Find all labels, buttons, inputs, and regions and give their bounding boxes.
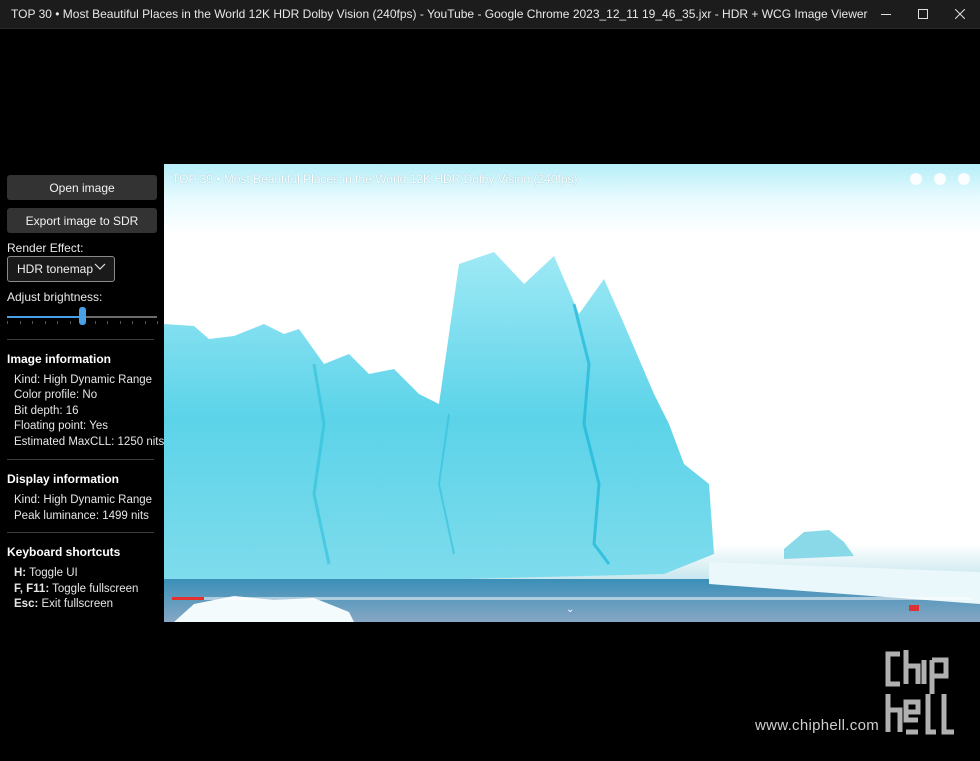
image-info-heading: Image information [7, 352, 112, 366]
video-title-overlay: TOP 30 • Most Beautiful Places in the Wo… [172, 172, 578, 186]
hdr-badge-icon [909, 605, 919, 611]
slider-tick [120, 321, 121, 324]
shortcut-toggle-ui: H: Toggle UI [14, 567, 78, 579]
slider-thumb[interactable] [79, 307, 86, 325]
chevron-down-icon: ⌄ [566, 604, 575, 615]
display-peak-luminance: Peak luminance: 1499 nits [14, 510, 149, 522]
slider-tick [20, 321, 21, 324]
brightness-label: Adjust brightness: [7, 290, 103, 304]
watermark-site: www.chiphell.com [755, 717, 880, 734]
slider-fill [7, 316, 82, 318]
shortcut-exit-fullscreen: Esc: Exit fullscreen [14, 598, 114, 610]
slider-tick [7, 321, 8, 324]
info-icon [910, 173, 922, 185]
shortcut-toggle-fullscreen: F, F11: Toggle fullscreen [14, 583, 139, 595]
image-maxcll: Estimated MaxCLL: 1250 nits [14, 436, 165, 448]
divider [7, 532, 154, 533]
slider-tick [95, 321, 96, 324]
minimize-icon [881, 13, 891, 15]
divider [7, 339, 154, 340]
image-canvas[interactable]: TOP 30 • Most Beautiful Places in the Wo… [164, 164, 980, 622]
image-floating-point: Floating point: Yes [14, 420, 108, 432]
close-icon [955, 9, 965, 19]
window-title: TOP 30 • Most Beautiful Places in the Wo… [11, 7, 868, 21]
video-overlay-icons [910, 173, 970, 185]
slider-tick [157, 321, 158, 324]
slider-tick [145, 321, 146, 324]
title-bar: TOP 30 • Most Beautiful Places in the Wo… [0, 0, 980, 29]
slider-tick [107, 321, 108, 324]
slider-tick [132, 321, 133, 324]
chevron-down-icon [94, 263, 106, 270]
display-kind: Kind: High Dynamic Range [14, 494, 153, 506]
slider-tick [70, 321, 71, 324]
display-info-heading: Display information [7, 472, 120, 486]
minimize-button[interactable] [866, 0, 906, 28]
brightness-slider[interactable] [7, 307, 158, 327]
share-icon [934, 173, 946, 185]
slider-tick [32, 321, 33, 324]
render-effect-dropdown[interactable]: HDR tonemap [7, 256, 115, 282]
export-sdr-button[interactable]: Export image to SDR [7, 208, 157, 233]
maximize-button[interactable] [903, 0, 943, 28]
watermark-logo [885, 650, 954, 735]
video-progress-fill [172, 597, 204, 600]
image-kind: Kind: High Dynamic Range [14, 374, 153, 386]
image-bit-depth: Bit depth: 16 [14, 405, 79, 417]
slider-tick [57, 321, 58, 324]
maximize-icon [918, 9, 928, 19]
iceberg-image [164, 252, 980, 622]
divider [7, 459, 154, 460]
open-image-button[interactable]: Open image [7, 175, 157, 200]
more-icon [958, 173, 970, 185]
video-progress-bar [172, 597, 972, 600]
slider-tick [45, 321, 46, 324]
close-button[interactable] [940, 0, 980, 28]
render-effect-value: HDR tonemap [17, 262, 94, 276]
render-effect-label: Render Effect: [7, 241, 84, 255]
image-color-profile: Color profile: No [14, 389, 98, 401]
shortcuts-heading: Keyboard shortcuts [7, 545, 121, 559]
